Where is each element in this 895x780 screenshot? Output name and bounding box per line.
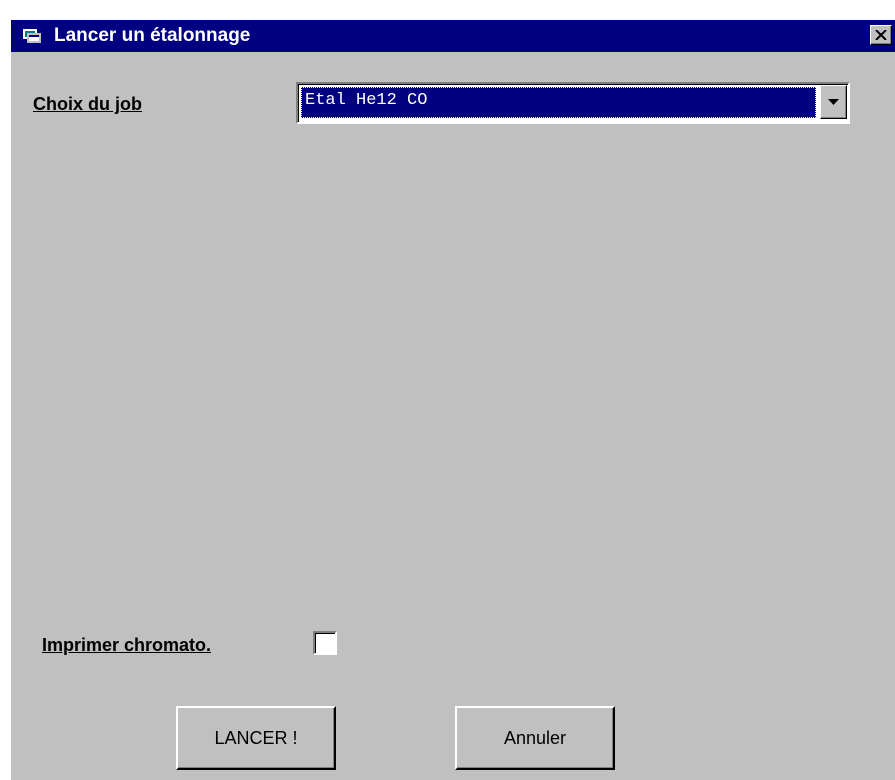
job-dropdown-button[interactable] bbox=[820, 85, 847, 119]
job-combobox[interactable]: Etal He12 CO bbox=[296, 82, 850, 124]
job-label: Choix du job bbox=[33, 94, 142, 114]
close-icon bbox=[875, 30, 887, 40]
dialog-window: Lancer un étalonnage Choix du job Etal H… bbox=[10, 19, 895, 780]
print-chromato-checkbox[interactable] bbox=[313, 631, 337, 655]
close-button[interactable] bbox=[870, 25, 892, 45]
print-chromato-label: Imprimer chromato. bbox=[42, 635, 212, 655]
job-selected-value: Etal He12 CO bbox=[305, 91, 428, 110]
app-icon bbox=[23, 29, 41, 43]
launch-button[interactable]: LANCER ! bbox=[176, 706, 336, 770]
cancel-button[interactable]: Annuler bbox=[455, 706, 615, 770]
chevron-down-icon bbox=[828, 99, 839, 105]
window-title: Lancer un étalonnage bbox=[54, 25, 251, 46]
job-selected-highlight: Etal He12 CO bbox=[301, 87, 816, 118]
title-bar[interactable]: Lancer un étalonnage bbox=[11, 20, 895, 52]
